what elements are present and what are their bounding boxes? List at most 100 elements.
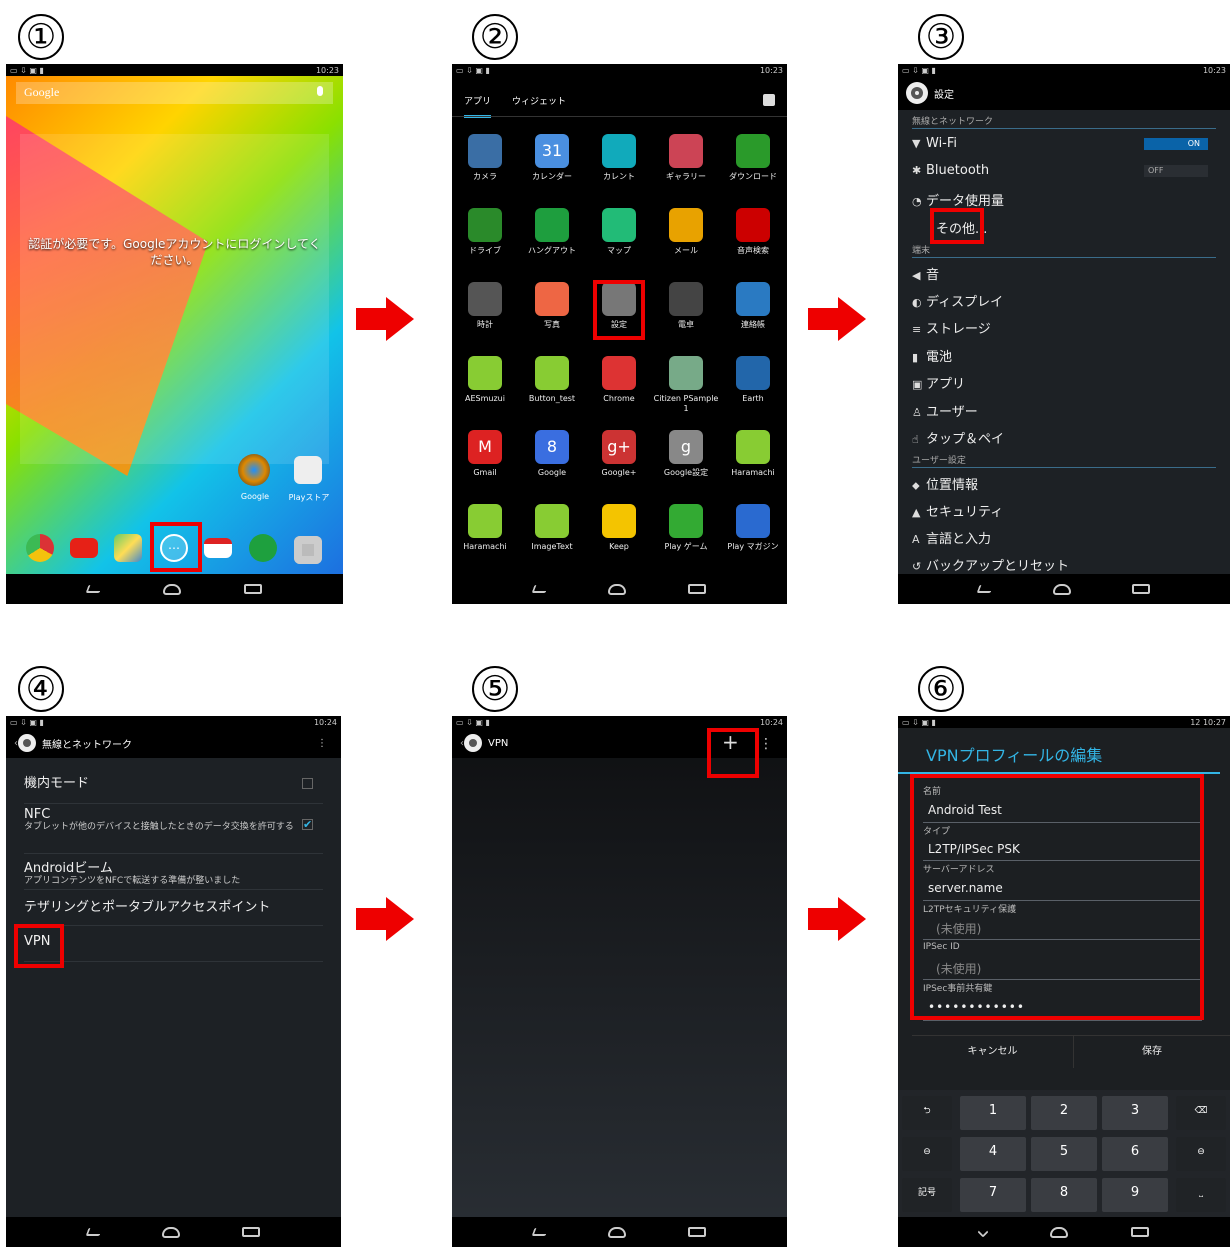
keep-icon[interactable]	[602, 504, 636, 538]
key-2[interactable]: 2	[1031, 1096, 1097, 1130]
android-icon[interactable]	[535, 356, 569, 390]
contacts-icon[interactable]	[736, 282, 770, 316]
key-3[interactable]: 3	[1102, 1096, 1168, 1130]
settings-item-more[interactable]: その他...	[936, 218, 987, 237]
gmail-icon[interactable]: M	[468, 430, 502, 464]
settings-icon[interactable]	[602, 282, 636, 316]
back-icon[interactable]	[976, 585, 994, 593]
android-icon[interactable]	[468, 356, 502, 390]
calculator-icon[interactable]	[669, 282, 703, 316]
home-icon[interactable]	[1052, 583, 1071, 595]
back-icon[interactable]	[531, 585, 549, 593]
settings-item-location[interactable]: ⬥ 位置情報	[912, 474, 978, 493]
type-select[interactable]: L2TP/IPSec PSK	[928, 842, 1020, 856]
google-search-bar[interactable]: Google	[16, 82, 333, 104]
settings-item-battery[interactable]: ▮ 電池	[912, 346, 952, 365]
voice-search-icon[interactable]	[736, 208, 770, 242]
maps-icon[interactable]	[602, 208, 636, 242]
settings-item-display[interactable]: ◐ ディスプレイ	[912, 291, 1003, 310]
play-games-icon[interactable]	[669, 504, 703, 538]
recents-icon[interactable]	[688, 1227, 707, 1237]
key-5[interactable]: 5	[1031, 1137, 1097, 1171]
gallery-icon[interactable]	[669, 134, 703, 168]
google-plus-icon[interactable]: g+	[602, 430, 636, 464]
key-1[interactable]: 1	[960, 1096, 1026, 1130]
tab-apps[interactable]: アプリ	[464, 86, 492, 118]
settings-item-users[interactable]: ♙ ユーザー	[912, 401, 978, 420]
settings-item-data-usage[interactable]: ◔ データ使用量	[912, 190, 1004, 209]
clock-icon[interactable]	[468, 282, 502, 316]
android-icon[interactable]	[669, 356, 703, 390]
bluetooth-toggle[interactable]: OFF	[1144, 165, 1208, 177]
name-field[interactable]: Android Test	[928, 803, 1002, 817]
recents-icon[interactable]	[1131, 584, 1150, 594]
nfc-checkbox[interactable]: ✔	[302, 819, 313, 830]
play-widget[interactable]	[20, 134, 329, 464]
hangouts-icon[interactable]	[249, 534, 277, 562]
settings-item-sound[interactable]: ◀ 音	[912, 264, 939, 283]
list-item-tethering[interactable]: テザリングとポータブルアクセスポイント	[24, 890, 323, 926]
recents-icon[interactable]	[242, 1227, 261, 1237]
psk-field[interactable]: ••••••••••••	[928, 1000, 1025, 1014]
recents-icon[interactable]	[243, 584, 262, 594]
google-search-icon[interactable]: 8	[535, 430, 569, 464]
settings-item-security[interactable]: ▲ セキュリティ	[912, 501, 1003, 520]
key-6[interactable]: 6	[1102, 1137, 1168, 1171]
hangouts-icon[interactable]	[535, 208, 569, 242]
home-icon[interactable]	[162, 1226, 181, 1238]
google-icon[interactable]	[238, 454, 270, 486]
android-icon[interactable]	[535, 504, 569, 538]
key-side-right[interactable]: ⊖	[1176, 1137, 1226, 1171]
key-side-left[interactable]: ⮌	[902, 1096, 952, 1130]
camera-icon[interactable]	[468, 134, 502, 168]
save-button[interactable]: 保存	[1074, 1036, 1230, 1068]
home-icon[interactable]	[608, 1226, 627, 1238]
google-settings-icon[interactable]: g	[669, 430, 703, 464]
settings-item-backup[interactable]: ↺ バックアップとリセット	[912, 555, 1069, 574]
key-8[interactable]: 8	[1031, 1178, 1097, 1212]
android-icon[interactable]	[468, 504, 502, 538]
key-side-left[interactable]: ⊖	[902, 1137, 952, 1171]
overflow-menu-icon[interactable]: ⋮	[317, 738, 327, 749]
currents-icon[interactable]	[602, 134, 636, 168]
settings-item-language[interactable]: A 言語と入力	[912, 528, 991, 547]
calendar-icon[interactable]: 31	[535, 134, 569, 168]
chrome-icon[interactable]	[602, 356, 636, 390]
key-4[interactable]: 4	[960, 1137, 1026, 1171]
key-9[interactable]: 9	[1102, 1178, 1168, 1212]
overflow-menu-icon[interactable]: ⋮	[759, 736, 773, 752]
airplane-checkbox[interactable]	[302, 778, 313, 789]
settings-item-storage[interactable]: ≡ ストレージ	[912, 318, 991, 337]
home-icon[interactable]	[608, 583, 627, 595]
android-icon[interactable]	[736, 430, 770, 464]
hide-keyboard-icon[interactable]	[977, 1226, 989, 1238]
list-item-android-beam[interactable]: Androidビーム アプリコンテンツをNFCで転送する準備が整いました	[24, 854, 323, 890]
recents-icon[interactable]	[1130, 1227, 1149, 1237]
download-icon[interactable]	[736, 134, 770, 168]
ipsec-id-field[interactable]: (未使用)	[936, 960, 981, 977]
photos-icon[interactable]	[535, 282, 569, 316]
tab-widgets[interactable]: ウィジェット	[512, 94, 566, 107]
key-side-left[interactable]: 記号	[902, 1178, 952, 1212]
mic-icon[interactable]	[317, 86, 323, 96]
add-vpn-button[interactable]: +	[722, 730, 739, 754]
play-magazines-icon[interactable]	[736, 504, 770, 538]
app-drawer-icon[interactable]: ⋯	[160, 534, 188, 562]
camera-icon[interactable]	[294, 536, 322, 564]
settings-item-tap-pay[interactable]: ☝ タップ＆ペイ	[912, 428, 1004, 447]
play-store-icon[interactable]	[294, 456, 322, 484]
cancel-button[interactable]: キャンセル	[912, 1036, 1074, 1068]
list-item-vpn[interactable]: VPN	[24, 926, 323, 962]
chrome-icon[interactable]	[26, 534, 54, 562]
mail-icon[interactable]	[669, 208, 703, 242]
settings-item-apps[interactable]: ▣ アプリ	[912, 373, 965, 392]
key-7[interactable]: 7	[960, 1178, 1026, 1212]
recents-icon[interactable]	[688, 584, 707, 594]
maps-icon[interactable]	[114, 534, 142, 562]
drive-icon[interactable]	[468, 208, 502, 242]
earth-icon[interactable]	[736, 356, 770, 390]
key-side-right[interactable]: ⌫	[1176, 1096, 1226, 1130]
home-icon[interactable]	[163, 583, 182, 595]
back-icon[interactable]	[531, 1228, 549, 1236]
home-icon[interactable]	[1049, 1226, 1068, 1238]
